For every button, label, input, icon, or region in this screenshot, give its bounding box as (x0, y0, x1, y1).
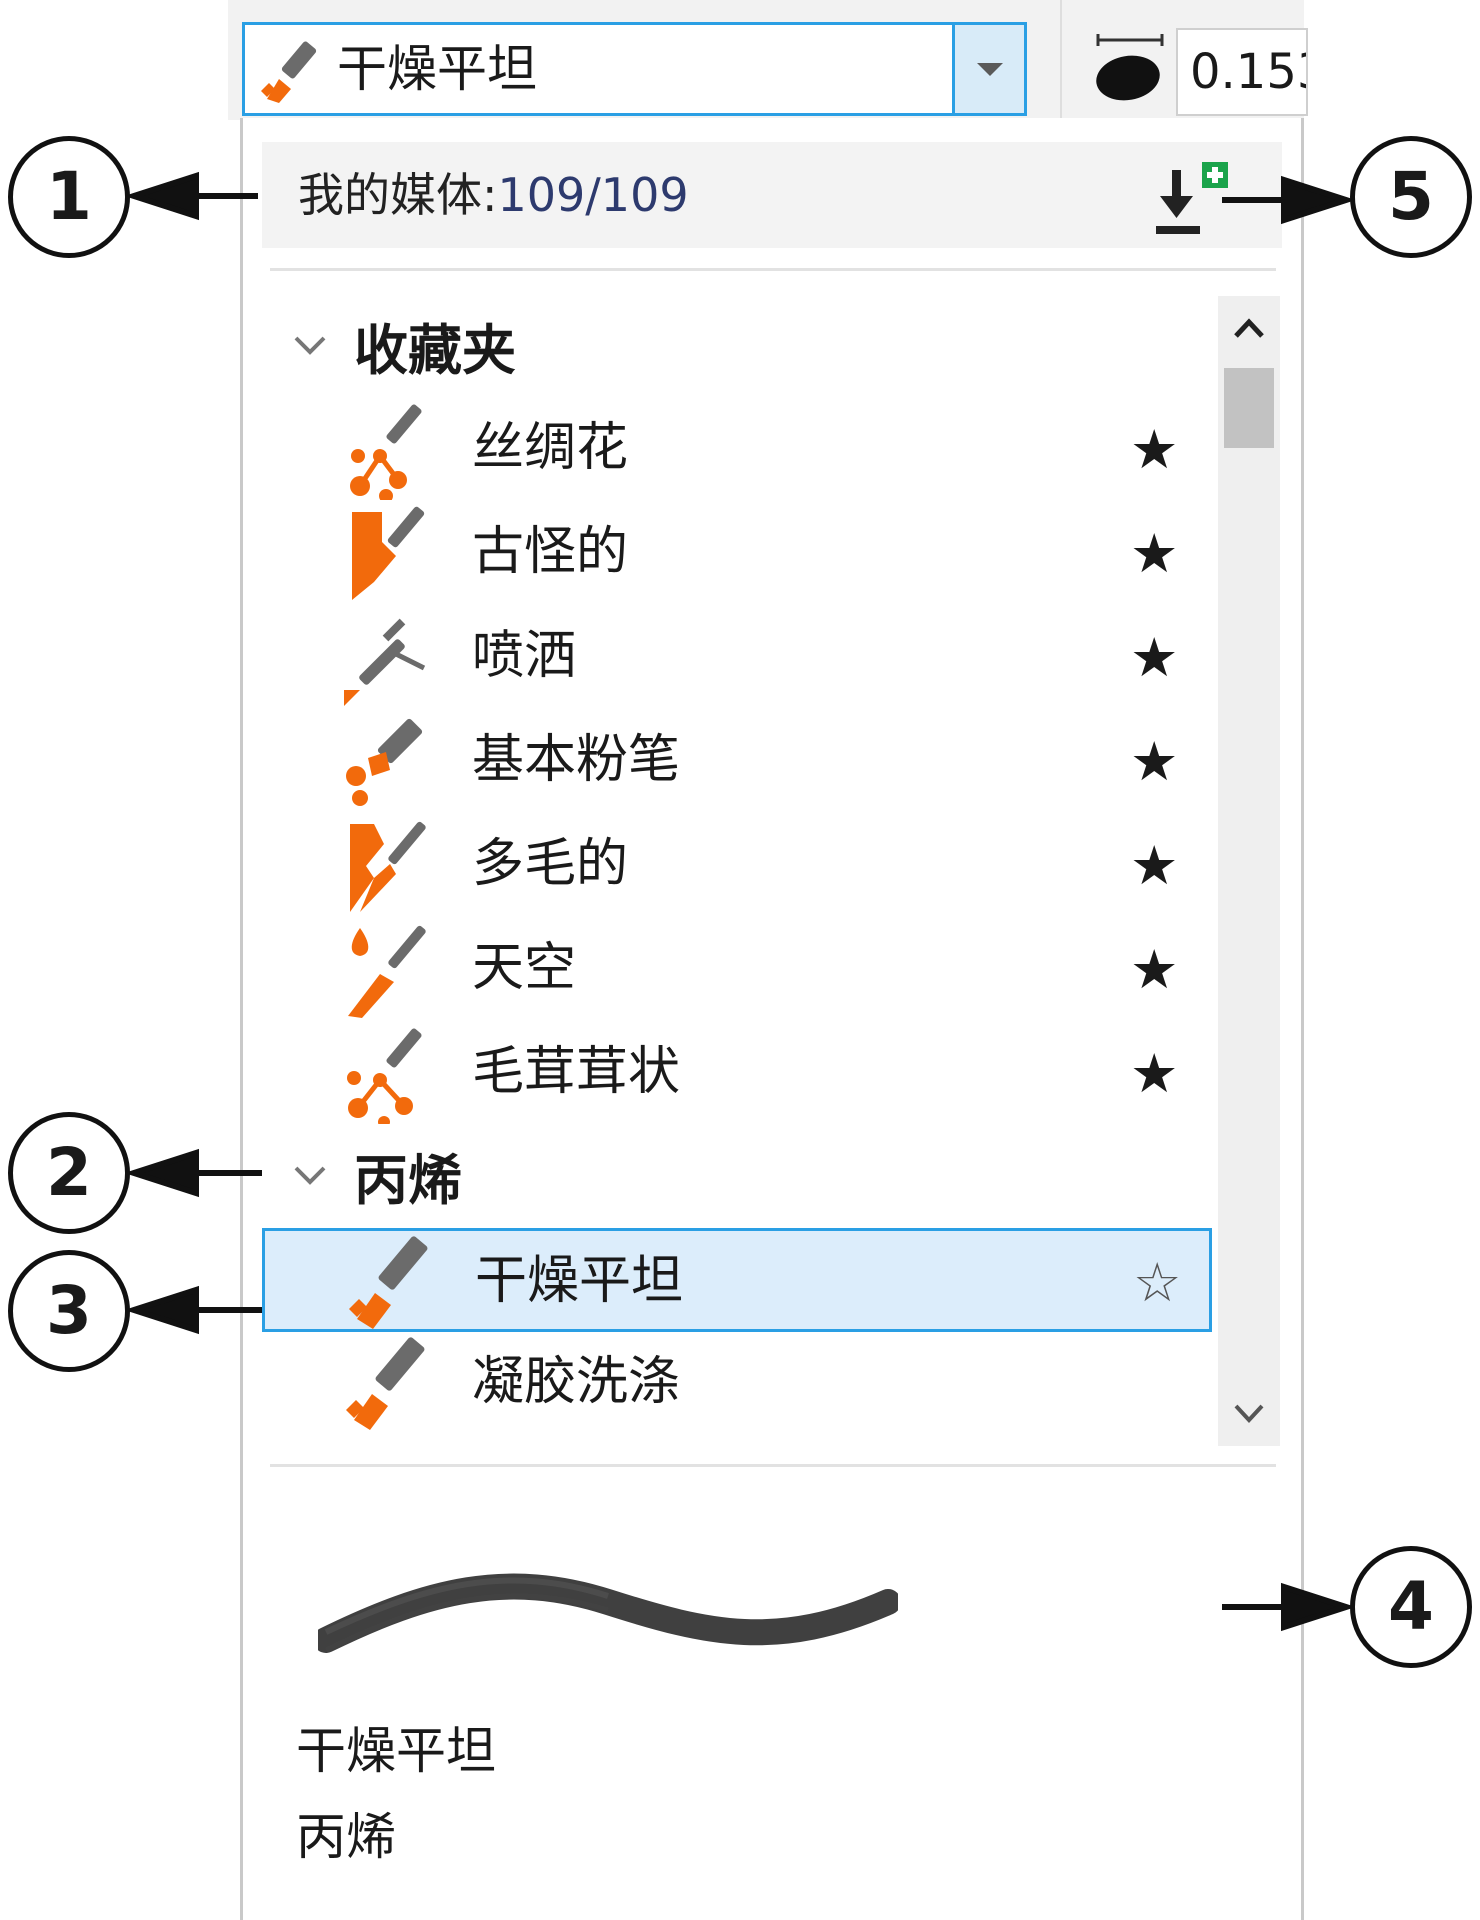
brush-stroke-preview (318, 1573, 898, 1653)
chevron-down-icon (977, 63, 1003, 76)
list-item[interactable]: 凝胶洗涤 (262, 1332, 1212, 1436)
callout-2: 2 (8, 1112, 130, 1234)
splatter-brush-icon (350, 404, 422, 500)
flat-brush-icon (346, 1337, 425, 1430)
star-filled-icon[interactable]: ★ (1130, 940, 1178, 1000)
brush-name: 古怪的 (472, 522, 629, 582)
callout-5: 5 (1350, 136, 1472, 258)
panel-header: 我的媒体:109/109 (262, 142, 1282, 248)
list-item-selected[interactable]: 干燥平坦 ☆ (262, 1228, 1212, 1332)
preview-divider (270, 1464, 1276, 1467)
scroll-up-icon[interactable] (1218, 296, 1280, 362)
header-divider (270, 268, 1276, 271)
list-scrollbar[interactable] (1218, 296, 1280, 1446)
watercolor-brush-icon (348, 925, 426, 1018)
chevron-down-icon (294, 1166, 326, 1185)
brush-name: 多毛的 (472, 834, 629, 894)
group-name: 收藏夹 (354, 319, 516, 382)
list-item[interactable]: 毛茸茸状 ★ (262, 1022, 1212, 1126)
bristle-brush-icon (352, 506, 425, 600)
brush-name: 凝胶洗涤 (472, 1352, 681, 1412)
group-name: 丙烯 (354, 1149, 462, 1212)
star-filled-icon[interactable]: ★ (1130, 1044, 1178, 1104)
splatter-brush-icon (347, 1028, 422, 1124)
list-item[interactable]: 古怪的 ★ (262, 502, 1212, 606)
brush-selector[interactable]: 干燥平坦 (242, 22, 1027, 116)
brush-name: 毛茸茸状 (472, 1042, 681, 1102)
brush-size-value: 0.153 (1190, 44, 1306, 100)
star-filled-icon[interactable]: ★ (1130, 420, 1178, 480)
callout-1: 1 (8, 136, 130, 258)
brush-name: 丝绸花 (472, 418, 629, 478)
brush-name: 喷洒 (472, 626, 577, 686)
brush-name: 天空 (472, 938, 577, 998)
brush-size-field[interactable]: 0.153 (1176, 28, 1308, 116)
nib-size-icon (1096, 34, 1164, 101)
list-item[interactable]: 多毛的 ★ (262, 814, 1212, 918)
chevron-down-icon (294, 336, 326, 355)
toolbar-divider (1060, 0, 1062, 120)
star-filled-icon[interactable]: ★ (1130, 628, 1178, 688)
hairy-brush-icon (350, 821, 426, 912)
preview-brush-name: 干燥平坦 (296, 1722, 496, 1780)
star-filled-icon[interactable]: ★ (1130, 732, 1178, 792)
scroll-thumb[interactable] (1224, 368, 1274, 448)
airbrush-icon (344, 618, 426, 706)
list-item[interactable]: 丝绸花 ★ (262, 398, 1212, 502)
star-outline-icon[interactable]: ☆ (1133, 1253, 1181, 1313)
list-item[interactable]: 天空 ★ (262, 918, 1212, 1022)
star-filled-icon[interactable]: ★ (1130, 836, 1178, 896)
media-label: 我的媒体: (298, 168, 498, 222)
preview-brush-category: 丙烯 (296, 1808, 396, 1866)
import-icon[interactable] (1150, 162, 1240, 240)
group-header-favorites[interactable]: 收藏夹 (262, 296, 1212, 398)
brush-list: 收藏夹 丝绸花 ★ 古怪的 ★ 喷洒 ★ 基本粉笔 ★ 多毛的 ★ 天空 ★ 毛… (262, 296, 1212, 1446)
brush-dropdown-button[interactable] (952, 25, 1024, 113)
media-count: 109/109 (497, 168, 689, 222)
selected-brush-name: 干燥平坦 (337, 40, 537, 98)
group-header-acrylic[interactable]: 丙烯 (262, 1126, 1212, 1228)
flat-brush-icon (349, 1236, 428, 1329)
callout-4: 4 (1350, 1546, 1472, 1668)
callout-3: 3 (8, 1250, 130, 1372)
brush-name: 干燥平坦 (475, 1251, 684, 1311)
chalk-brush-icon (346, 718, 423, 806)
list-item[interactable]: 喷洒 ★ (262, 606, 1212, 710)
media-count-label: 我的媒体:109/109 (298, 166, 689, 224)
flat-brush-icon (261, 41, 317, 103)
star-filled-icon[interactable]: ★ (1130, 524, 1178, 584)
brush-name: 基本粉笔 (472, 730, 681, 790)
list-item[interactable]: 基本粉笔 ★ (262, 710, 1212, 814)
scroll-down-icon[interactable] (1218, 1380, 1280, 1446)
